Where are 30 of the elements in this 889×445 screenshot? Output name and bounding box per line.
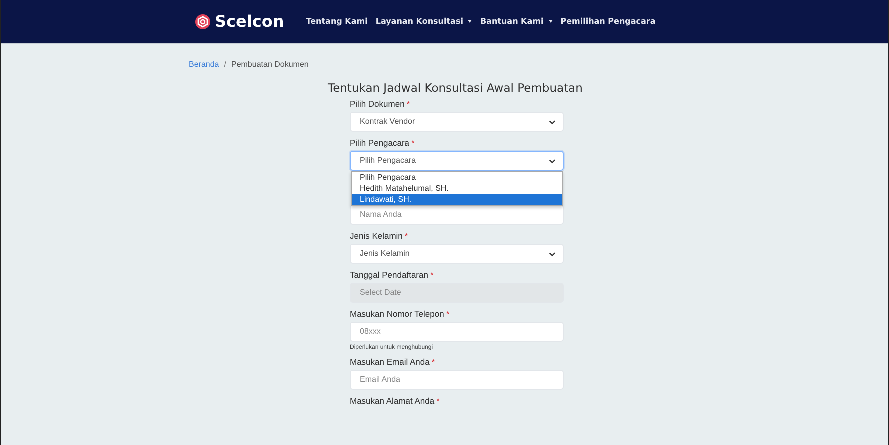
nav-link[interactable]: Tentang Kami [306,16,368,28]
field-label: Jenis Kelamin * [350,231,410,242]
input-field[interactable]: 08xxx [350,322,564,342]
logo-icon [195,14,211,30]
chevron-icon [549,252,556,256]
field-label: Masukan Nomor Telepon * [350,309,451,320]
dropdown-option[interactable]: Lindawati, SH. [352,194,562,205]
field-label: Masukan Alamat Anda * [350,396,441,407]
field-label: Masukan Email Anda * [350,357,436,368]
select-field[interactable]: Jenis Kelamin [350,244,564,264]
dropdown-option[interactable]: Hedith Matahelumal, SH. [352,183,562,194]
input-field[interactable]: Nama Anda [350,205,564,225]
caret-icon [548,20,553,23]
field-label: Tanggal Pendaftaran * [350,270,435,281]
breadcrumb-current: Pembuatan Dokumen [231,59,309,71]
field-label: Pilih Dokumen * [350,99,412,110]
chevron-icon [549,120,556,124]
form-title: Tentukan Jadwal Konsultasi Awal Pembuatan [328,80,583,96]
caret-icon [468,20,472,23]
nav-link[interactable]: Layanan Konsultasi [376,16,472,28]
dropdown-option[interactable]: Pilih Pengacara [352,172,562,183]
breadcrumb-separator: / [224,59,226,71]
breadcrumb-link[interactable]: Beranda [189,59,220,71]
brand-name[interactable]: Scelcon [215,10,284,34]
nav-link[interactable]: Pemilihan Pengacara [560,16,656,28]
nav-link[interactable]: Bantuan Kami [480,16,553,28]
input-field[interactable]: Email Anda [350,370,564,390]
chevron-icon [549,158,556,164]
select-field[interactable]: Kontrak Vendor [350,112,564,132]
field-label: Pilih Pengacara * [350,138,416,149]
